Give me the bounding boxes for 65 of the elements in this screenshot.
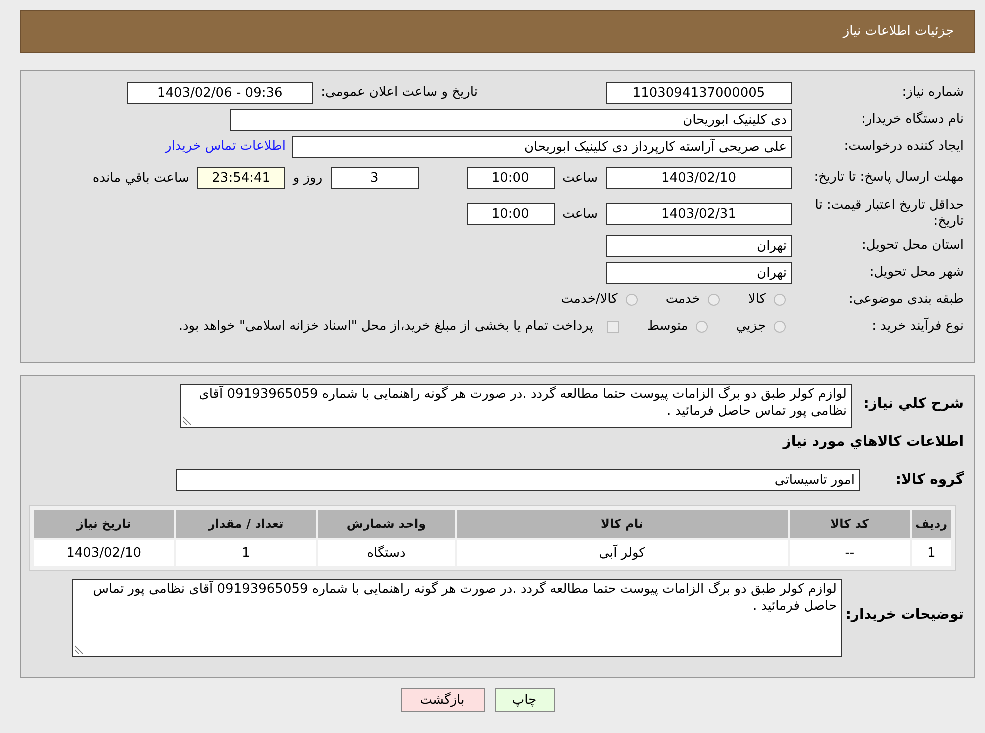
table-cell: 1403/02/10 bbox=[34, 540, 174, 566]
field-label: ساعت bbox=[562, 206, 598, 222]
field-label: نوع فرآیند خرید : bbox=[871, 319, 964, 334]
column-header: واحد شمارش bbox=[318, 510, 455, 538]
field-label: شماره نیاز: bbox=[901, 85, 964, 100]
column-header: تعداد / مقدار bbox=[176, 510, 316, 538]
option-label: خدمت bbox=[666, 292, 700, 307]
field-label: گروه کالا: bbox=[894, 472, 964, 488]
field-label: روز و bbox=[293, 170, 323, 186]
page-title: جزئیات اطلاعات نیاز bbox=[843, 24, 954, 39]
contact-link[interactable]: اطلاعات تماس خریدار bbox=[166, 139, 286, 154]
table-cell: کولر آبی bbox=[456, 540, 788, 566]
field-label: ایجاد کننده درخواست: bbox=[843, 139, 964, 154]
option-label: کالا/خدمت bbox=[561, 292, 618, 307]
days-field: 3 bbox=[330, 167, 419, 189]
radio-button[interactable] bbox=[774, 320, 786, 332]
radio-button[interactable] bbox=[708, 294, 720, 306]
field-label: شرح كلي نیاز: bbox=[862, 395, 964, 412]
validity-date-field: 1403/02/31 bbox=[606, 203, 792, 225]
announce-date-field: 1403/02/06 - 09:36 bbox=[127, 82, 314, 104]
radio-button[interactable] bbox=[696, 320, 708, 332]
field-label: توضیحات خریدار: bbox=[844, 606, 964, 623]
action-button[interactable]: بازگشت bbox=[400, 688, 484, 712]
field-label: تاریخ و ساعت اعلان عمومی: bbox=[321, 85, 478, 100]
deadline-time-field: 10:00 bbox=[466, 167, 555, 189]
field-label: ساعت bbox=[562, 170, 598, 186]
field-label: طبقه بندی موضوعی: bbox=[848, 292, 964, 307]
field-label: حداقل تاریخ اعتبار قیمت: تا تاریخ: bbox=[814, 198, 964, 230]
column-header: نام کالا bbox=[456, 510, 788, 538]
column-header: کد کالا bbox=[790, 510, 910, 538]
column-header: تاریخ نیاز bbox=[34, 510, 174, 538]
buyer-org-field: دی کلینیک ابوریحان bbox=[230, 108, 792, 130]
resize-grip-icon[interactable] bbox=[183, 416, 192, 425]
province-field: تهران bbox=[606, 234, 792, 256]
option-label: جزيي bbox=[736, 319, 766, 334]
field-label: مهلت ارسال پاسخ: تا تاریخ: bbox=[813, 170, 964, 186]
radio-button[interactable] bbox=[774, 294, 786, 306]
table-cell: -- bbox=[790, 540, 910, 566]
table-cell: دستگاه bbox=[318, 540, 455, 566]
checkbox[interactable] bbox=[607, 320, 620, 332]
buyer-notes-text: لوازم کولر طبق دو برگ الزامات پیوست حتما مطالعه گردد .در صورت هر گونه راهنمایی با شماره 09193965059 آقای نظامی پور تماس حاصل فرمائید . bbox=[93, 582, 837, 614]
action-button[interactable]: چاپ bbox=[494, 688, 554, 712]
validity-time-field: 10:00 bbox=[466, 203, 555, 225]
table-cell: 1 bbox=[176, 540, 316, 566]
column-header: ردیف bbox=[912, 510, 951, 538]
table-cell: 1 bbox=[912, 540, 951, 566]
city-field: تهران bbox=[606, 262, 792, 284]
field-label: شهر محل تحویل: bbox=[868, 265, 964, 280]
radio-button[interactable] bbox=[626, 294, 638, 306]
field-label: استان محل تحویل: bbox=[861, 238, 964, 253]
option-label: متوسط bbox=[647, 319, 688, 334]
section-heading: اطلاعات كالاهاي مورد نیاز bbox=[782, 434, 964, 450]
option-label: پرداخت تمام یا بخشی از مبلغ خرید،از محل "اسناد خزانه اسلامی" خواهد بود. bbox=[178, 319, 594, 334]
description-textarea[interactable]: لوازم کولر طبق دو برگ الزامات پیوست حتما مطالعه گردد .در صورت هر گونه راهنمایی با شماره 09193965059 آقای نظامی پور تماس حاصل فرمائید . bbox=[180, 384, 852, 428]
deadline-date-field: 1403/02/10 bbox=[606, 167, 792, 189]
need-number-field: 1103094137000005 bbox=[606, 82, 792, 104]
field-label: ساعت باقي مانده bbox=[92, 170, 190, 186]
resize-grip-icon[interactable] bbox=[75, 645, 84, 654]
remaining-time-field: 23:54:41 bbox=[197, 167, 286, 189]
goods-group-field: امور تاسیساتی bbox=[176, 468, 860, 490]
field-label: نام دستگاه خریدار: bbox=[860, 112, 964, 127]
option-label: کالا bbox=[748, 292, 766, 307]
requester-field: علی صریحی آراسته کارپرداز دی کلینیک ابوریحان bbox=[292, 136, 792, 158]
buyer-notes-textarea[interactable]: لوازم کولر طبق دو برگ الزامات پیوست حتما مطالعه گردد .در صورت هر گونه راهنمایی با شماره 09193965059 آقای نظامی پور تماس حاصل فرمائید . bbox=[72, 579, 842, 657]
description-text: لوازم کولر طبق دو برگ الزامات پیوست حتما مطالعه گردد .در صورت هر گونه راهنمایی با شماره 09193965059 آقای نظامی پور تماس حاصل فرمائید . bbox=[199, 387, 847, 419]
